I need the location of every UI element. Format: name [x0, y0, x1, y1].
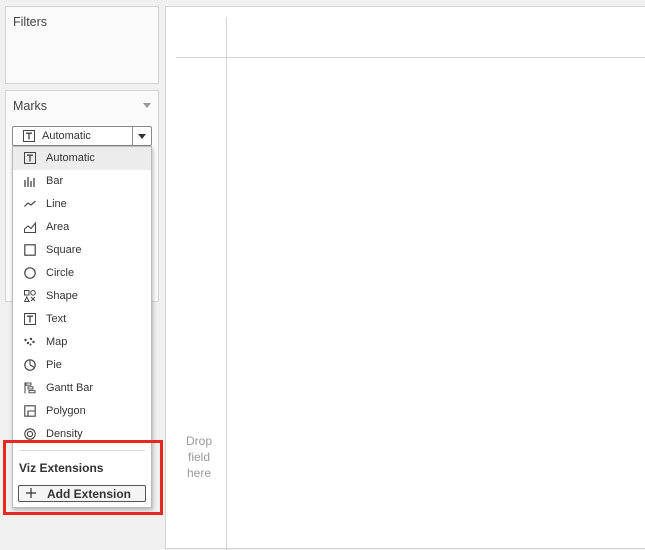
menu-item-circle[interactable]: Circle	[13, 262, 151, 285]
menu-item-label: Shape	[46, 290, 78, 302]
menu-item-area[interactable]: Area	[13, 216, 151, 239]
add-extension-label: Add Extension	[47, 487, 132, 501]
menu-item-label: Bar	[46, 175, 64, 187]
menu-item-label: Area	[46, 221, 70, 233]
drop-field-hint[interactable]: Drop field here	[178, 433, 220, 481]
menu-item-label: Pie	[46, 359, 62, 371]
menu-item-label: Polygon	[46, 405, 86, 417]
map-icon	[24, 337, 35, 346]
viz-extensions-title: Viz Extensions	[19, 461, 104, 475]
menu-item-label: Gantt Bar	[46, 382, 94, 394]
menu-item-pie[interactable]: Pie	[13, 354, 151, 377]
density-icon	[24, 428, 36, 440]
menu-item-label: Line	[46, 198, 67, 210]
text-t-icon	[23, 130, 35, 142]
menu-item-map[interactable]: Map	[13, 331, 151, 354]
mark-type-menu: Automatic Bar Line Area Square Circle Sh…	[12, 146, 152, 508]
rows-divider	[226, 17, 227, 550]
filters-shelf[interactable]: Filters	[5, 6, 159, 84]
filters-title: Filters	[13, 15, 48, 29]
marks-title: Marks	[13, 99, 48, 113]
menu-separator	[19, 450, 145, 451]
menu-item-bar[interactable]: Bar	[13, 170, 151, 193]
menu-item-text[interactable]: Text	[13, 308, 151, 331]
menu-item-square[interactable]: Square	[13, 239, 151, 262]
menu-item-label: Density	[46, 428, 83, 440]
square-icon	[24, 244, 36, 256]
view-canvas[interactable]: Drop field here	[165, 6, 645, 550]
plus-icon	[26, 488, 36, 498]
menu-item-polygon[interactable]: Polygon	[13, 400, 151, 423]
polygon-icon	[24, 405, 36, 417]
mark-type-selected-label: Automatic	[42, 130, 91, 142]
area-icon	[24, 221, 36, 233]
text-t-icon	[24, 152, 36, 164]
pie-icon	[24, 359, 36, 371]
shape-icon	[24, 290, 36, 302]
menu-item-automatic[interactable]: Automatic	[13, 147, 151, 170]
menu-item-label: Automatic	[46, 152, 95, 164]
text-t-icon	[24, 313, 36, 325]
menu-item-label: Text	[46, 313, 67, 325]
circle-icon	[24, 267, 36, 279]
menu-item-density[interactable]: Density	[13, 423, 151, 446]
columns-divider	[176, 57, 645, 58]
menu-item-line[interactable]: Line	[13, 193, 151, 216]
mark-type-dropdown-toggle[interactable]	[132, 127, 151, 145]
chevron-down-icon	[138, 134, 146, 139]
bar-icon	[24, 177, 35, 187]
marks-menu-caret-icon[interactable]	[143, 103, 151, 108]
drop-field-hint-text: Drop field here	[185, 434, 212, 480]
menu-item-label: Square	[46, 244, 82, 256]
menu-item-gantt-bar[interactable]: Gantt Bar	[13, 377, 151, 400]
menu-item-shape[interactable]: Shape	[13, 285, 151, 308]
line-icon	[24, 200, 36, 207]
mark-type-select[interactable]: Automatic	[12, 126, 152, 146]
gantt-icon	[24, 382, 36, 394]
menu-item-label: Circle	[46, 267, 75, 279]
add-extension-button[interactable]: Add Extension	[18, 485, 146, 502]
menu-item-label: Map	[46, 336, 68, 348]
